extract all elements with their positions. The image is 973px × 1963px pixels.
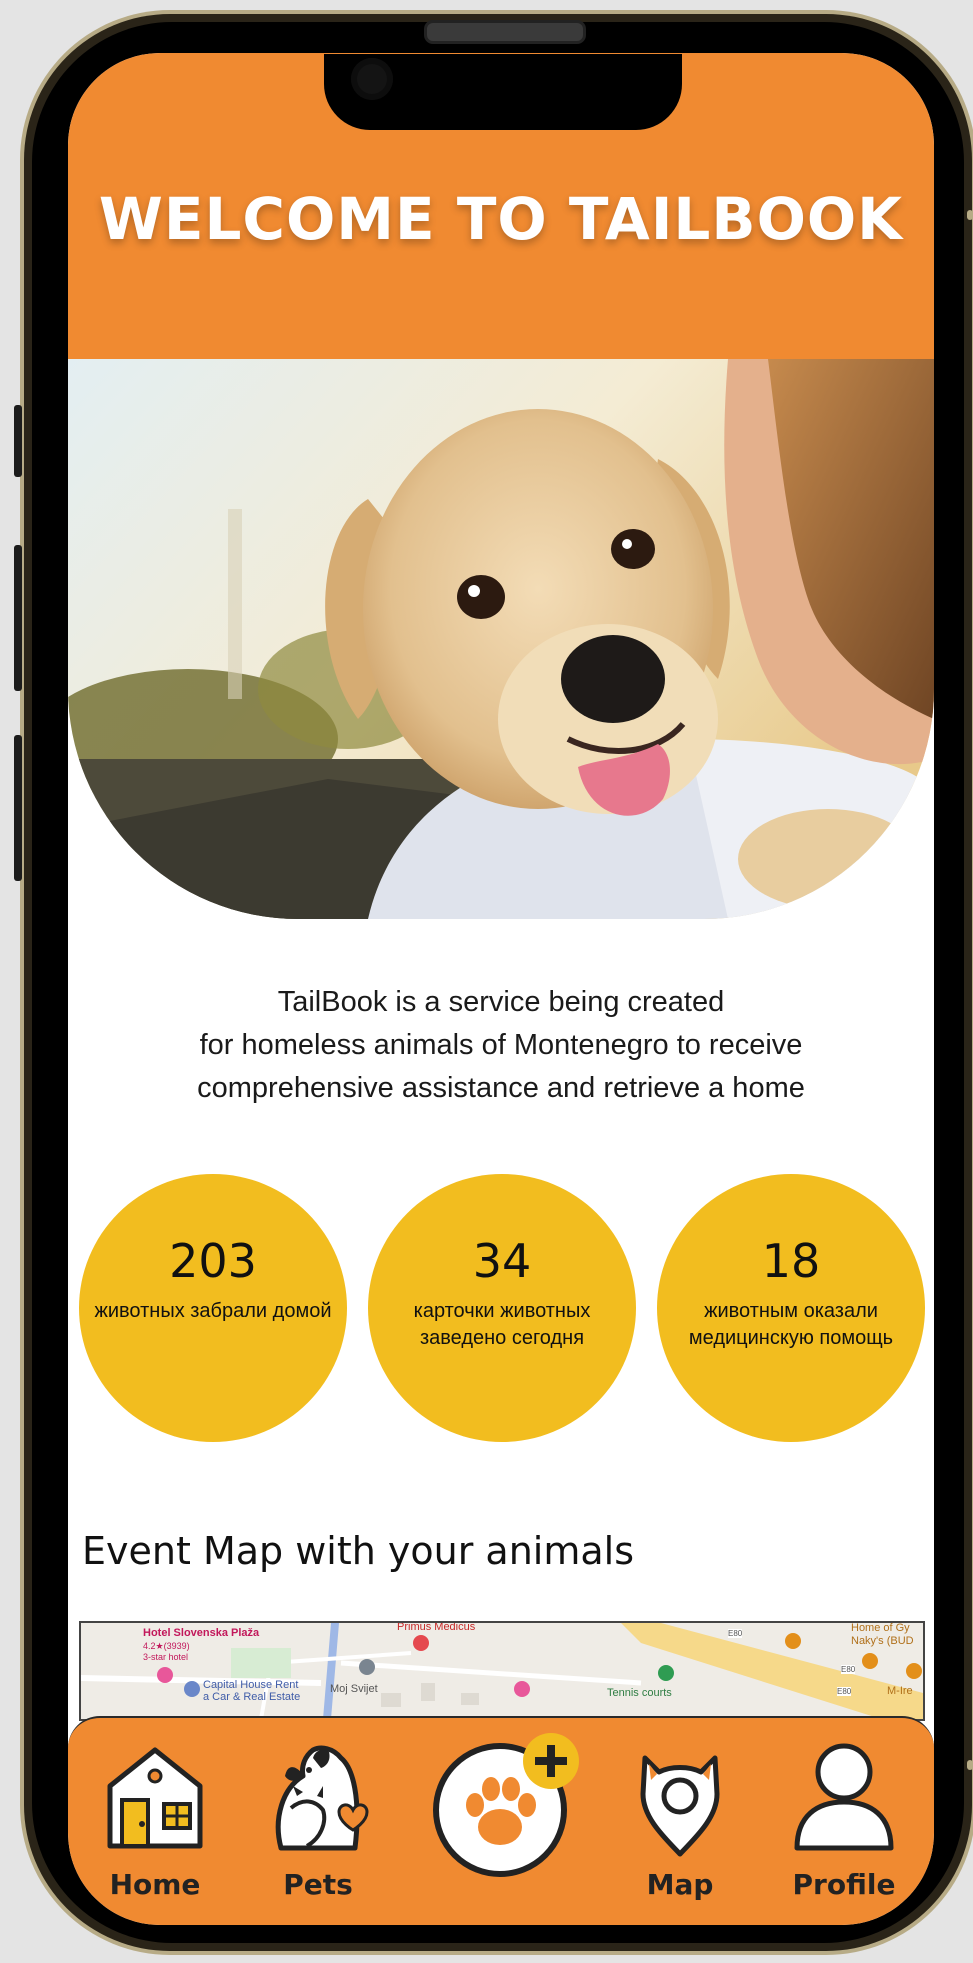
stat-label: животных забрали домой bbox=[94, 1300, 332, 1322]
stat-value: 34 bbox=[472, 1234, 532, 1288]
map-label: 4.2★(3939) bbox=[143, 1641, 190, 1651]
map-label: a Car & Real Estate bbox=[203, 1691, 301, 1703]
person-icon bbox=[794, 1743, 894, 1851]
road-label: E80 bbox=[837, 1687, 852, 1696]
road-label: E80 bbox=[841, 1665, 856, 1674]
stat-cards-today: 34 карточки животных заведено сегодня bbox=[368, 1174, 636, 1442]
nav-home-label: Home bbox=[109, 1868, 201, 1901]
volume-down-button bbox=[14, 735, 22, 881]
cat-dog-heart-icon bbox=[275, 1745, 369, 1851]
map-label: Naky's (BUD bbox=[851, 1635, 914, 1647]
nav-profile[interactable]: Profile bbox=[769, 1718, 919, 1925]
map-label: Home of Gy bbox=[851, 1622, 910, 1634]
map-label: 3-star hotel bbox=[143, 1652, 189, 1662]
intro-line: comprehensive assistance and retrieve a … bbox=[197, 1072, 805, 1104]
nav-pets-label: Pets bbox=[283, 1868, 353, 1901]
stat-value: 203 bbox=[169, 1234, 257, 1288]
antenna-line bbox=[967, 210, 973, 220]
map-label: Moj Svijet bbox=[330, 1683, 378, 1695]
nav-map[interactable]: Map bbox=[605, 1718, 755, 1925]
stat-medical-help: 18 животным оказали медицинскую помощь bbox=[657, 1174, 925, 1442]
road-label: E80 bbox=[728, 1629, 743, 1638]
intro-line: TailBook is a service being created bbox=[277, 986, 725, 1018]
mute-switch bbox=[14, 405, 22, 477]
antenna-line bbox=[967, 1760, 973, 1770]
stat-value: 18 bbox=[761, 1234, 821, 1288]
map-label: Hotel Slovenska Plaža bbox=[143, 1627, 260, 1639]
nav-profile-label: Profile bbox=[792, 1868, 896, 1901]
nav-map-label: Map bbox=[646, 1868, 714, 1901]
phone-speaker bbox=[424, 20, 586, 44]
nav-pets[interactable]: Pets bbox=[243, 1718, 393, 1925]
plus-icon bbox=[523, 1733, 579, 1789]
event-map-title: Event Map with your animals bbox=[82, 1529, 635, 1573]
intro-text: TailBook is a service being created for … bbox=[128, 981, 874, 1110]
page-title: WELCOME TO TAILBOOK bbox=[98, 185, 904, 253]
volume-up-button bbox=[14, 545, 22, 691]
map-label: Tennis courts bbox=[607, 1687, 672, 1699]
map-pin-cat-icon bbox=[640, 1755, 720, 1857]
front-camera bbox=[351, 58, 393, 100]
event-map[interactable]: Hotel Slovenska Plaža 4.2★(3939) 3-star … bbox=[79, 1621, 925, 1721]
app-screen: WELCOME TO TAILBOOK TailBook is a servic… bbox=[68, 53, 934, 1925]
intro-line: for homeless animals of Montenegro to re… bbox=[199, 1029, 803, 1061]
map-label: Capital House Rent bbox=[203, 1679, 299, 1691]
house-icon bbox=[107, 1747, 203, 1849]
nav-home[interactable]: Home bbox=[80, 1718, 230, 1925]
map-label: Primus Medicus bbox=[397, 1621, 476, 1633]
hero-image bbox=[68, 359, 934, 919]
stat-label: карточки животных заведено сегодня bbox=[413, 1300, 591, 1349]
stat-adopted: 203 животных забрали домой bbox=[79, 1174, 347, 1442]
stat-label: животным оказали медицинскую помощь bbox=[688, 1300, 894, 1349]
map-label: M-Ire bbox=[887, 1685, 913, 1697]
